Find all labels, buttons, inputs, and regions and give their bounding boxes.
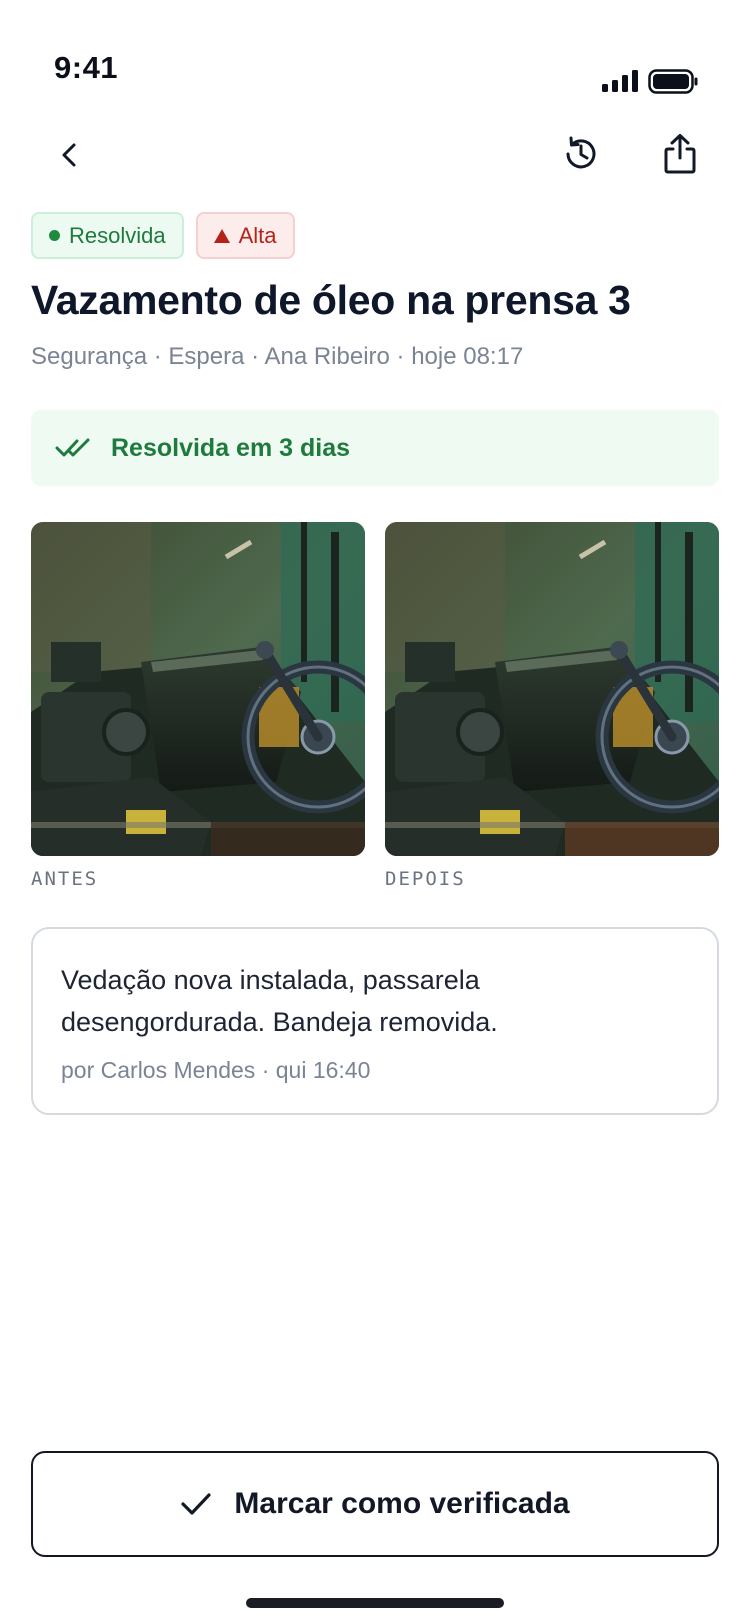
status-badge-label: Resolvida [69, 222, 166, 248]
lathe-machine-image [31, 522, 365, 856]
home-indicator[interactable] [246, 1598, 504, 1608]
resolution-banner: Resolvida em 3 dias [31, 410, 719, 486]
battery-icon [648, 69, 698, 94]
mark-verified-button[interactable]: Marcar como verificada [31, 1451, 719, 1557]
status-dot-icon [49, 230, 60, 241]
after-photo[interactable] [385, 522, 719, 856]
history-button[interactable] [553, 126, 609, 182]
priority-badge-label: Alta [238, 222, 277, 248]
share-icon [664, 134, 696, 174]
after-photo-caption: DEPOIS [385, 868, 466, 890]
status-bar: 9:41 [0, 0, 750, 110]
mark-verified-label: Marcar como verificada [234, 1487, 570, 1520]
note-meta: por Carlos Mendes · qui 16:40 [61, 1057, 371, 1083]
badge-row: Resolvida Alta [31, 212, 295, 259]
lathe-machine-image [385, 522, 719, 856]
note-text: Vedação nova instalada, passarela deseng… [61, 965, 498, 1037]
status-time: 9:41 [54, 50, 119, 85]
share-button[interactable] [652, 126, 708, 182]
top-nav [0, 120, 750, 190]
before-photo-caption: ANTES [31, 868, 99, 890]
status-badge: Resolvida [31, 212, 184, 259]
back-button[interactable] [42, 127, 98, 183]
warning-triangle-icon [213, 228, 230, 243]
page-title: Vazamento de óleo na prensa 3 [31, 277, 631, 323]
double-check-icon [55, 438, 90, 457]
cellular-signal-icon [602, 70, 638, 92]
resolution-note-card: Vedação nova instalada, passarela deseng… [31, 927, 719, 1115]
check-icon [181, 1493, 212, 1515]
priority-badge: Alta [195, 212, 295, 259]
chevron-left-icon [62, 143, 76, 167]
history-icon [566, 136, 596, 169]
incident-meta: Segurança · Espera · Ana Ribeiro · hoje … [31, 343, 524, 370]
resolution-label: Resolvida em 3 dias [111, 433, 351, 462]
before-photo[interactable] [31, 522, 365, 856]
